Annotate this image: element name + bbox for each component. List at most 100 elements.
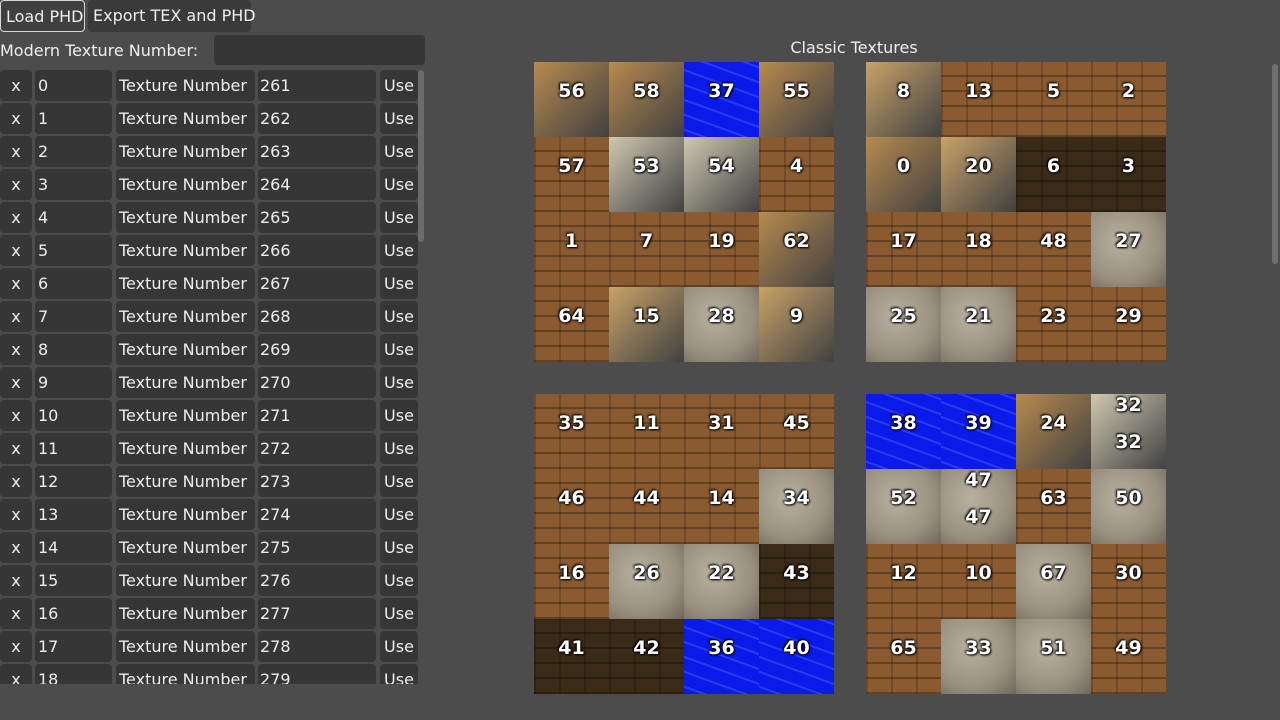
texture-atlas[interactable]: 38 39 24 32 32 52 47 47 63 50 12 10 67 30 65 33 51 49 [866, 394, 1166, 694]
texture-tile[interactable]: 24 [1016, 394, 1091, 469]
remove-row-button[interactable]: x [0, 400, 32, 431]
texture-tile[interactable]: 7 [609, 212, 684, 287]
texture-tile[interactable]: 31 [684, 394, 759, 469]
row-index-field[interactable]: 9 [35, 367, 112, 398]
texture-tile[interactable]: 21 [941, 287, 1016, 362]
remove-row-button[interactable]: x [0, 136, 32, 167]
remove-row-button[interactable]: x [0, 499, 32, 530]
texture-tile[interactable]: 8 [866, 62, 941, 137]
row-index-field[interactable]: 7 [35, 301, 112, 332]
texture-tile[interactable]: 18 [941, 212, 1016, 287]
use-button[interactable]: Use [380, 103, 418, 134]
texture-tile[interactable]: 30 [1091, 544, 1166, 619]
classic-scrollbar[interactable] [1272, 64, 1278, 264]
row-index-field[interactable]: 4 [35, 202, 112, 233]
use-button[interactable]: Use [380, 334, 418, 365]
texture-tile[interactable]: 15 [609, 287, 684, 362]
use-button[interactable]: Use [380, 70, 418, 101]
texture-tile[interactable]: 67 [1016, 544, 1091, 619]
use-button[interactable]: Use [380, 235, 418, 266]
texture-tile[interactable]: 40 [759, 619, 834, 694]
texture-tile[interactable]: 33 [941, 619, 1016, 694]
texture-number-field[interactable]: 271 [258, 400, 376, 431]
load-phd-button[interactable]: Load PHD [0, 0, 85, 32]
row-index-field[interactable]: 1 [35, 103, 112, 134]
texture-tile[interactable]: 52 [866, 469, 941, 544]
row-index-field[interactable]: 14 [35, 532, 112, 563]
texture-tile[interactable]: 35 [534, 394, 609, 469]
use-button[interactable]: Use [380, 664, 418, 684]
texture-tile[interactable]: 22 [684, 544, 759, 619]
texture-number-field[interactable]: 267 [258, 268, 376, 299]
texture-tile[interactable]: 53 [609, 137, 684, 212]
use-button[interactable]: Use [380, 136, 418, 167]
use-button[interactable]: Use [380, 268, 418, 299]
row-index-field[interactable]: 8 [35, 334, 112, 365]
texture-tile[interactable]: 9 [759, 287, 834, 362]
texture-number-field[interactable]: 266 [258, 235, 376, 266]
texture-tile[interactable]: 55 [759, 62, 834, 137]
remove-row-button[interactable]: x [0, 598, 32, 629]
texture-tile[interactable]: 63 [1016, 469, 1091, 544]
export-tex-phd-button[interactable]: Export TEX and PHD [88, 0, 256, 32]
texture-number-field[interactable]: 261 [258, 70, 376, 101]
texture-number-field[interactable]: 272 [258, 433, 376, 464]
remove-row-button[interactable]: x [0, 664, 32, 684]
use-button[interactable]: Use [380, 202, 418, 233]
texture-tile[interactable]: 34 [759, 469, 834, 544]
texture-tile[interactable]: 2 [1091, 62, 1166, 137]
texture-number-field[interactable]: 265 [258, 202, 376, 233]
remove-row-button[interactable]: x [0, 565, 32, 596]
texture-number-field[interactable]: 262 [258, 103, 376, 134]
texture-tile[interactable]: 42 [609, 619, 684, 694]
use-button[interactable]: Use [380, 631, 418, 662]
row-index-field[interactable]: 13 [35, 499, 112, 530]
texture-number-field[interactable]: 264 [258, 169, 376, 200]
texture-tile[interactable]: 14 [684, 469, 759, 544]
texture-atlas[interactable]: 35 11 31 45 46 44 14 34 16 26 22 43 41 42 36 40 [534, 394, 834, 694]
texture-tile[interactable]: 19 [684, 212, 759, 287]
texture-tile[interactable]: 65 [866, 619, 941, 694]
use-button[interactable]: Use [380, 565, 418, 596]
texture-tile[interactable]: 37 [684, 62, 759, 137]
use-button[interactable]: Use [380, 433, 418, 464]
texture-tile[interactable]: 43 [759, 544, 834, 619]
remove-row-button[interactable]: x [0, 235, 32, 266]
texture-number-field[interactable]: 275 [258, 532, 376, 563]
remove-row-button[interactable]: x [0, 169, 32, 200]
texture-tile[interactable]: 29 [1091, 287, 1166, 362]
texture-number-field[interactable]: 270 [258, 367, 376, 398]
texture-tile[interactable]: 57 [534, 137, 609, 212]
texture-tile[interactable]: 56 [534, 62, 609, 137]
texture-tile[interactable]: 46 [534, 469, 609, 544]
remove-row-button[interactable]: x [0, 70, 32, 101]
texture-number-field[interactable]: 277 [258, 598, 376, 629]
texture-tile[interactable]: 50 [1091, 469, 1166, 544]
use-button[interactable]: Use [380, 400, 418, 431]
texture-number-field[interactable]: 276 [258, 565, 376, 596]
remove-row-button[interactable]: x [0, 433, 32, 464]
texture-list-scrollbar[interactable] [418, 70, 424, 242]
texture-tile[interactable]: 4 [759, 137, 834, 212]
texture-tile[interactable]: 32 32 [1091, 394, 1166, 469]
remove-row-button[interactable]: x [0, 466, 32, 497]
texture-tile[interactable]: 23 [1016, 287, 1091, 362]
remove-row-button[interactable]: x [0, 202, 32, 233]
texture-atlas[interactable]: 8 13 5 2 0 20 6 3 17 18 48 27 25 21 23 29 [866, 62, 1166, 362]
remove-row-button[interactable]: x [0, 334, 32, 365]
texture-number-field[interactable]: 278 [258, 631, 376, 662]
texture-tile[interactable]: 28 [684, 287, 759, 362]
texture-tile[interactable]: 38 [866, 394, 941, 469]
texture-tile[interactable]: 54 [684, 137, 759, 212]
use-button[interactable]: Use [380, 169, 418, 200]
texture-tile[interactable]: 11 [609, 394, 684, 469]
use-button[interactable]: Use [380, 598, 418, 629]
row-index-field[interactable]: 6 [35, 268, 112, 299]
row-index-field[interactable]: 17 [35, 631, 112, 662]
remove-row-button[interactable]: x [0, 301, 32, 332]
texture-tile[interactable]: 36 [684, 619, 759, 694]
texture-tile[interactable]: 27 [1091, 212, 1166, 287]
texture-tile[interactable]: 16 [534, 544, 609, 619]
remove-row-button[interactable]: x [0, 532, 32, 563]
texture-tile[interactable]: 0 [866, 137, 941, 212]
